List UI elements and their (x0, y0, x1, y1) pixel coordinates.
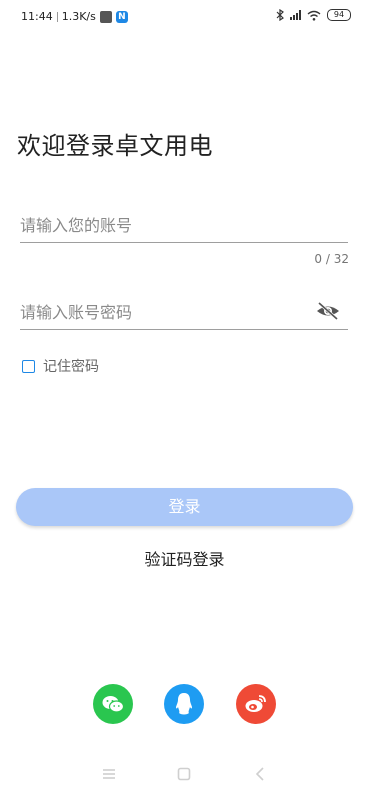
status-right: 94 (276, 9, 351, 21)
username-char-counter: 0 / 32 (314, 252, 349, 266)
wechat-icon (102, 696, 125, 713)
page-title: 欢迎登录卓文用电 (17, 132, 213, 160)
wechat-login-button[interactable] (93, 684, 133, 724)
remember-password-checkbox[interactable] (22, 359, 35, 373)
password-input[interactable] (20, 299, 310, 325)
status-left: 11:44 1.3K/s N (21, 10, 128, 23)
notification-app-icon (99, 10, 112, 23)
status-bar: 11:44 1.3K/s N 94 (0, 0, 369, 34)
back-icon[interactable] (253, 766, 269, 782)
weibo-icon (245, 695, 266, 712)
remember-password-toggle[interactable]: 记住密码 (22, 356, 99, 376)
qq-login-button[interactable] (164, 684, 204, 724)
code-login-link[interactable]: 验证码登录 (0, 546, 369, 570)
cell-signal-icon (290, 10, 301, 20)
battery-icon: 94 (327, 9, 351, 21)
clock: 11:44 (21, 10, 53, 23)
bluetooth-icon (276, 9, 284, 21)
system-nav-bar (0, 762, 369, 788)
username-field[interactable] (20, 212, 348, 243)
weibo-login-button[interactable] (236, 684, 276, 724)
username-input[interactable] (20, 212, 310, 238)
password-field[interactable] (20, 299, 348, 330)
network-speed: 1.3K/s (61, 10, 96, 23)
login-button[interactable]: 登录 (16, 488, 353, 526)
notification-n-icon: N (115, 10, 128, 23)
status-divider (56, 11, 58, 22)
wifi-icon (307, 10, 321, 21)
visibility-off-icon[interactable] (316, 301, 340, 321)
remember-password-label: 记住密码 (43, 359, 99, 375)
home-icon[interactable] (176, 766, 192, 782)
qq-icon (176, 693, 192, 715)
menu-icon[interactable] (101, 766, 117, 782)
